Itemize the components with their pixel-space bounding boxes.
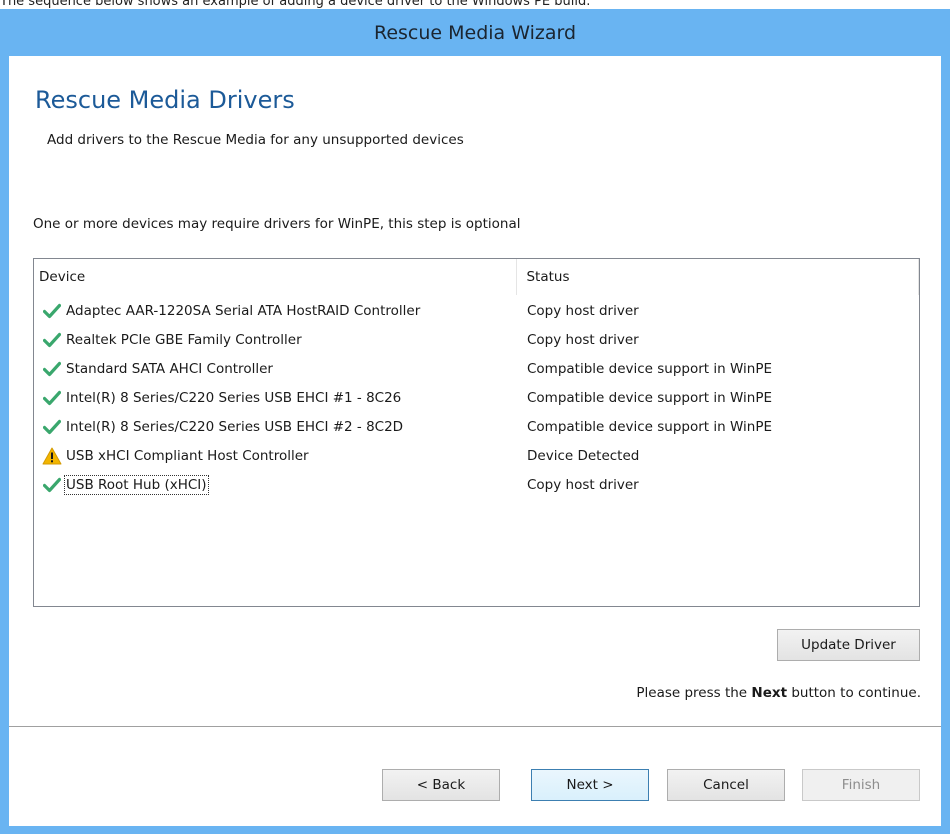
device-list[interactable]: Device Status Adaptec AAR-1220SA Serial … xyxy=(33,258,920,607)
device-name: USB xHCI Compliant Host Controller xyxy=(66,447,309,464)
page-subtitle: Add drivers to the Rescue Media for any … xyxy=(47,132,464,148)
check-icon xyxy=(42,360,62,378)
next-button[interactable]: Next > xyxy=(531,769,649,801)
page-title: Rescue Media Drivers xyxy=(35,86,295,114)
device-name: Adaptec AAR-1220SA Serial ATA HostRAID C… xyxy=(66,302,421,319)
device-cell: Intel(R) 8 Series/C220 Series USB EHCI #… xyxy=(34,418,518,436)
status-cell: Device Detected xyxy=(527,447,640,464)
check-icon xyxy=(42,418,62,436)
table-row[interactable]: Intel(R) 8 Series/C220 Series USB EHCI #… xyxy=(34,412,919,441)
device-cell: Adaptec AAR-1220SA Serial ATA HostRAID C… xyxy=(34,302,518,320)
column-header-device[interactable]: Device xyxy=(34,259,518,295)
finish-button[interactable]: Finish xyxy=(802,769,920,801)
check-icon xyxy=(42,302,62,320)
continue-next-word: Next xyxy=(751,685,788,701)
status-cell: Compatible device support in WinPE xyxy=(527,418,773,435)
cancel-button[interactable]: Cancel xyxy=(667,769,785,801)
status-cell: Copy host driver xyxy=(527,476,639,493)
status-cell: Copy host driver xyxy=(527,302,639,319)
status-cell: Copy host driver xyxy=(527,331,639,348)
table-row[interactable]: Standard SATA AHCI Controller Compatible… xyxy=(34,354,919,383)
update-driver-button[interactable]: Update Driver xyxy=(777,629,920,661)
window-title: Rescue Media Wizard xyxy=(373,21,577,44)
check-icon xyxy=(42,389,62,407)
device-name: USB Root Hub (xHCI) xyxy=(64,474,209,495)
check-icon xyxy=(42,476,62,494)
back-button[interactable]: < Back xyxy=(382,769,500,801)
device-cell: USB Root Hub (xHCI) xyxy=(34,474,518,495)
page-caption: The sequence below shows an example of a… xyxy=(0,0,591,9)
device-name: Realtek PCIe GBE Family Controller xyxy=(66,331,302,348)
footer-separator xyxy=(9,726,941,727)
table-row[interactable]: USB Root Hub (xHCI) Copy host driver xyxy=(34,470,919,499)
device-cell: Standard SATA AHCI Controller xyxy=(34,360,518,378)
continue-suffix: button to continue. xyxy=(787,685,921,701)
continue-prefix: Please press the xyxy=(636,685,752,701)
check-icon xyxy=(42,331,62,349)
status-cell: Compatible device support in WinPE xyxy=(527,389,773,406)
table-row[interactable]: Adaptec AAR-1220SA Serial ATA HostRAID C… xyxy=(34,296,919,325)
device-name: Standard SATA AHCI Controller xyxy=(66,360,273,377)
device-cell: USB xHCI Compliant Host Controller xyxy=(34,447,518,465)
info-text: One or more devices may require drivers … xyxy=(33,216,521,232)
wizard-client-area: Rescue Media Drivers Add drivers to the … xyxy=(9,56,941,826)
status-cell: Compatible device support in WinPE xyxy=(527,360,773,377)
table-row[interactable]: USB xHCI Compliant Host Controller Devic… xyxy=(34,441,919,470)
table-row[interactable]: Realtek PCIe GBE Family Controller Copy … xyxy=(34,325,919,354)
device-cell: Intel(R) 8 Series/C220 Series USB EHCI #… xyxy=(34,389,518,407)
device-list-header: Device Status xyxy=(34,259,919,295)
table-row[interactable]: Intel(R) 8 Series/C220 Series USB EHCI #… xyxy=(34,383,919,412)
device-name: Intel(R) 8 Series/C220 Series USB EHCI #… xyxy=(66,418,404,435)
device-name: Intel(R) 8 Series/C220 Series USB EHCI #… xyxy=(66,389,402,406)
device-cell: Realtek PCIe GBE Family Controller xyxy=(34,331,518,349)
continue-instruction: Please press the Next button to continue… xyxy=(636,685,921,701)
wizard-window: Rescue Media Wizard Rescue Media Drivers… xyxy=(0,9,950,834)
warning-icon xyxy=(42,447,62,465)
column-header-status[interactable]: Status xyxy=(517,259,919,295)
device-list-rows: Adaptec AAR-1220SA Serial ATA HostRAID C… xyxy=(34,296,919,499)
